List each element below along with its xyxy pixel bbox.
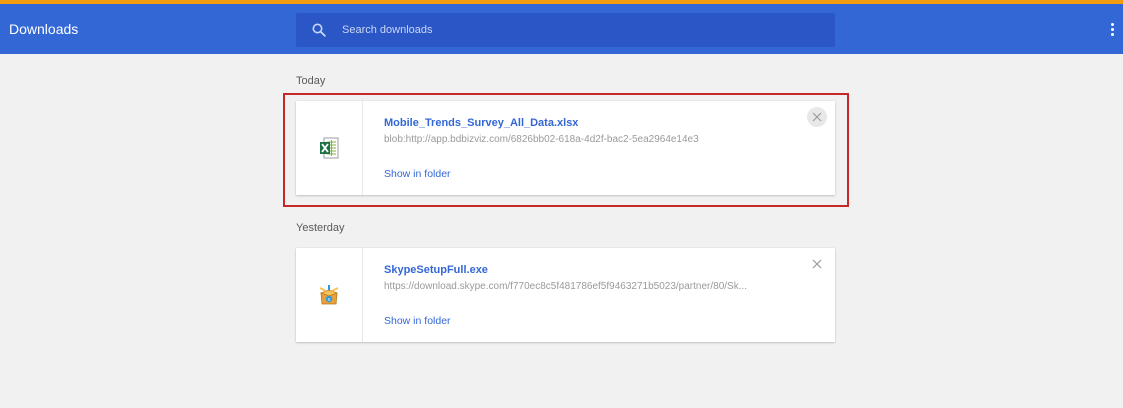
toolbar: Downloads <box>0 4 1123 54</box>
page-title: Downloads <box>9 21 79 37</box>
search-icon <box>312 23 326 37</box>
search-box[interactable] <box>296 13 835 47</box>
file-icon-area: S <box>296 248 363 342</box>
more-vert-icon[interactable] <box>1104 18 1120 40</box>
search-input[interactable] <box>342 13 822 47</box>
show-in-folder-link[interactable]: Show in folder <box>384 168 451 180</box>
section-heading-today: Today <box>296 75 326 87</box>
excel-file-icon <box>320 137 339 159</box>
section-heading-yesterday: Yesterday <box>296 222 345 234</box>
file-url: https://download.skype.com/f770ec8c5f481… <box>384 281 748 292</box>
close-icon <box>812 112 822 122</box>
file-name-link[interactable]: Mobile_Trends_Survey_All_Data.xlsx <box>384 117 578 129</box>
show-in-folder-link[interactable]: Show in folder <box>384 315 451 327</box>
download-item: Mobile_Trends_Survey_All_Data.xlsx blob:… <box>296 101 835 195</box>
file-icon-area <box>296 101 363 195</box>
download-item: S SkypeSetupFull.exe https://download.sk… <box>296 248 835 342</box>
remove-button[interactable] <box>807 254 827 274</box>
svg-text:S: S <box>327 297 330 302</box>
close-icon <box>812 259 822 269</box>
file-name-link[interactable]: SkypeSetupFull.exe <box>384 264 488 276</box>
installer-icon: S <box>319 285 339 305</box>
file-url: blob:http://app.bdbizviz.com/6826bb02-61… <box>384 134 699 145</box>
remove-button[interactable] <box>807 107 827 127</box>
